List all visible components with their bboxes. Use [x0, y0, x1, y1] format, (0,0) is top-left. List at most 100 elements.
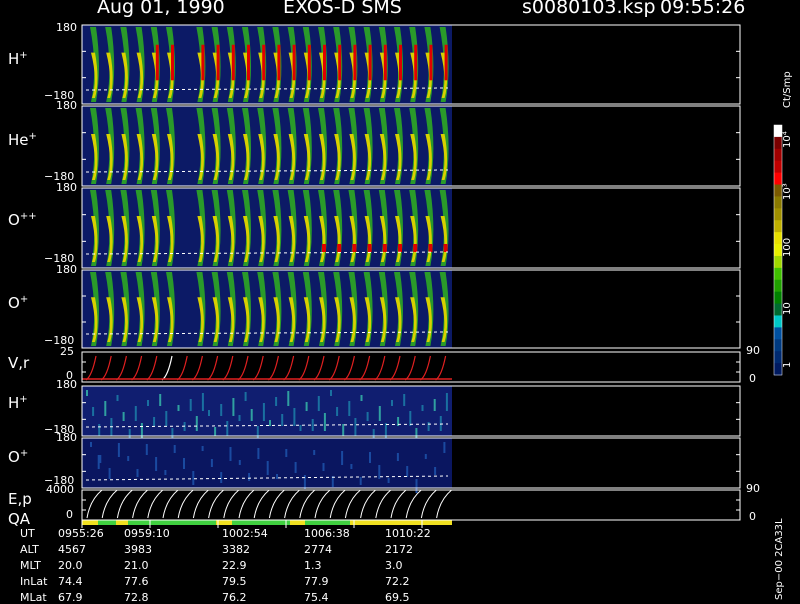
qa-segment: [116, 520, 128, 525]
o-plus-2-noise: [276, 474, 278, 479]
h-plus-2-noise: [305, 402, 308, 411]
h-plus-2-noise: [220, 404, 223, 416]
h-plus-2-noise: [147, 400, 149, 406]
ep-curve: [223, 489, 240, 519]
h-plus-2-noise: [293, 408, 296, 426]
h-plus-2-noise: [134, 406, 137, 421]
h-plus-2-noise: [336, 407, 339, 416]
stripe-hot-o-plusplus: [322, 244, 326, 252]
h-plus-2-noise: [153, 417, 156, 426]
stripe-hot-h-plus: [429, 44, 433, 81]
qa-segment: [290, 520, 305, 525]
h-plus-2-noise: [287, 391, 290, 406]
h-plus-2-noise: [366, 412, 369, 421]
o-plus-2-noise: [415, 479, 418, 493]
colorbar-segment: [774, 279, 782, 293]
ep-curve: [268, 489, 285, 519]
ep-curve: [101, 489, 118, 519]
o-plus-2-noise: [406, 466, 409, 477]
h-plus-2-noise: [116, 395, 119, 401]
o-plus-2-noise: [257, 448, 260, 459]
h-plus-2-noise: [403, 394, 406, 406]
h-plus-2-noise: [122, 412, 125, 421]
panel-frame: [81, 489, 741, 521]
panel-bg-vr: [82, 352, 452, 382]
h-plus-2-noise: [391, 400, 393, 406]
h-plus-2-noise: [238, 415, 241, 421]
o-plus-2-noise: [229, 447, 232, 461]
stripe-hot-h-plus: [444, 44, 448, 81]
o-plus-2-noise: [285, 449, 288, 457]
stripe-hot-h-plus: [201, 44, 205, 81]
panel-bg-h-plus-2: [82, 386, 452, 436]
colorbar-segment: [774, 267, 782, 281]
h-plus-2-noise: [275, 397, 278, 406]
h-plus-2-noise: [177, 405, 180, 411]
h-plus-2-noise: [409, 411, 412, 426]
h-plus-2-noise: [226, 421, 229, 436]
stripe-hot-h-plus: [155, 44, 159, 81]
ep-curve: [192, 489, 209, 519]
qa-segment: [305, 520, 350, 525]
o-plus-2-noise: [192, 471, 195, 485]
colorbar-segment: [774, 160, 782, 174]
stripe-hot-h-plus: [216, 44, 220, 81]
h-plus-2-noise: [195, 416, 198, 431]
o-plus-2-noise: [220, 472, 223, 483]
o-plus-2-noise: [248, 473, 251, 481]
o-plus-2-noise: [313, 450, 316, 455]
colorbar-segment: [774, 303, 782, 316]
o-plus-2-noise: [155, 457, 158, 471]
ep-curve: [405, 489, 422, 519]
colorbar-segment: [774, 363, 782, 376]
h-plus-2-noise: [214, 427, 217, 436]
ep-curve: [299, 489, 316, 519]
ep-curve: [86, 489, 103, 519]
o-plus-2-noise: [210, 459, 213, 467]
o-plus-2-noise: [136, 469, 139, 477]
qa-segment: [350, 520, 452, 525]
stripe-hot-h-plus: [247, 44, 250, 81]
o-plus-2-noise: [173, 445, 176, 453]
h-plus-2-noise: [445, 393, 448, 411]
ep-curve: [436, 489, 452, 519]
h-plus-2-noise: [262, 403, 265, 421]
h-plus-2-noise: [86, 390, 88, 396]
stripe-hot-o-plusplus: [428, 244, 433, 252]
o-plus-2-noise: [369, 452, 371, 463]
h-plus-2-noise: [317, 396, 320, 411]
h-plus-2-noise: [244, 392, 247, 401]
colorbar-segment: [774, 125, 782, 138]
h-plus-2-noise: [330, 390, 332, 396]
stripe-hot-h-plus: [262, 44, 266, 81]
stripe-hot-h-plus: [171, 44, 174, 81]
ep-curve: [253, 489, 270, 519]
o-plus-2-noise: [350, 464, 353, 469]
stripe-hot-o-plusplus: [352, 244, 357, 252]
colorbar-segment: [774, 232, 782, 245]
ep-curve: [147, 489, 164, 519]
h-plus-2-noise: [360, 395, 363, 401]
ep-curve: [344, 489, 361, 519]
o-plus-2-noise: [97, 455, 100, 469]
ep-curve: [329, 489, 346, 519]
ep-curve: [420, 489, 437, 519]
stripe-hot-o-plusplus: [382, 244, 387, 252]
colorbar-segment: [774, 351, 782, 364]
colorbar-segment: [774, 244, 782, 257]
h-plus-2-noise: [269, 420, 271, 426]
o-plus-2-noise: [341, 451, 344, 465]
h-plus-2-noise: [98, 424, 101, 436]
h-plus-2-noise: [165, 411, 168, 426]
o-plus-2-noise: [396, 453, 399, 461]
o-plus-2-noise: [127, 456, 130, 461]
h-plus-2-noise: [342, 424, 345, 436]
ep-curve: [116, 489, 133, 519]
o-plus-2-noise: [359, 477, 362, 485]
ep-curve: [360, 489, 376, 519]
colorbar-segment: [774, 208, 782, 221]
ep-curve: [208, 489, 224, 519]
h-plus-2-noise: [92, 407, 95, 416]
colorbar-segment: [774, 291, 782, 305]
ep-curve: [238, 489, 255, 519]
